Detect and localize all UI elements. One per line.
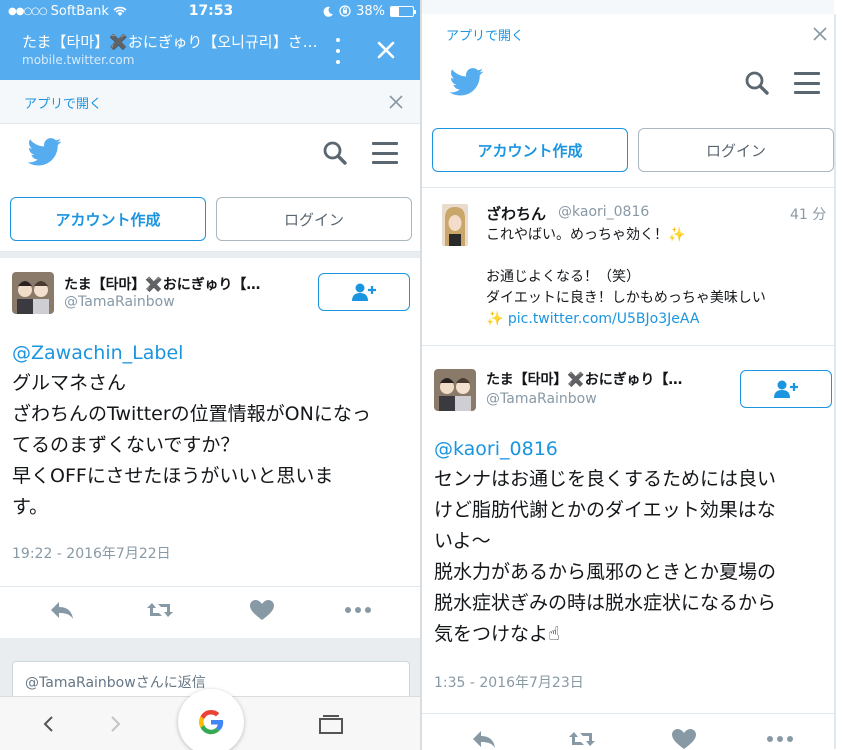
menu-icon[interactable] <box>794 72 820 94</box>
tweet-line: す。 <box>12 496 49 518</box>
sparkle-emoji: ✨ <box>486 311 508 327</box>
tweet-text: センナはお通じを良くするためには良い けど脂肪代謝とかのダイエット効果はな いよ… <box>434 464 776 650</box>
create-account-button[interactable]: アカウント作成 <box>432 128 628 172</box>
author-handle[interactable]: @kaori_0816 <box>558 204 649 220</box>
like-icon[interactable] <box>248 599 276 621</box>
tweet-line: これやばい。めっちゃ効く！✨ <box>486 227 686 243</box>
author-handle[interactable]: @TamaRainbow <box>64 294 175 310</box>
author-name[interactable]: たま【타마】✖️おにぎゅり【… <box>486 369 722 389</box>
author-handle[interactable]: @TamaRainbow <box>486 391 597 407</box>
tweet-line: ダイエットに良き！しかもめっちゃ美味しい <box>486 290 766 306</box>
login-button[interactable]: ログイン <box>216 197 412 241</box>
tweet-actions <box>0 586 422 632</box>
tweet-timestamp[interactable]: 19:22 - 2016年7月22日 <box>12 543 171 563</box>
login-button[interactable]: ログイン <box>638 128 834 172</box>
twitter-header <box>422 48 834 118</box>
tweet-text: これやばい。めっちゃ効く！✨ お通じよくなる！（笑） ダイエットに良き！しかもめ… <box>486 225 766 330</box>
close-icon[interactable] <box>812 26 828 42</box>
tweet-line: グルマネさん <box>12 372 127 394</box>
tweet-media-link[interactable]: pic.twitter.com/U5BJo3JeAA <box>508 311 700 327</box>
avatar-photo <box>442 204 468 246</box>
menu-icon[interactable] <box>372 142 398 164</box>
tweet-line: 脱水力があるから風邪のときとか夏場の <box>434 561 777 583</box>
scrollbar[interactable] <box>834 14 836 749</box>
more-icon[interactable] <box>344 599 372 621</box>
tweet-actions <box>422 713 834 750</box>
google-icon <box>199 709 224 735</box>
battery-fill <box>391 6 400 16</box>
retweet-icon[interactable] <box>568 728 596 750</box>
back-icon[interactable] <box>38 713 60 735</box>
tweet-line: お通じよくなる！（笑） <box>486 269 640 285</box>
twitter-bird-icon[interactable] <box>450 68 484 96</box>
tweet-time-ago[interactable]: 41 分 <box>790 204 826 224</box>
tweet: ざわちん @kaori_0816 41 分 これやばい。めっちゃ効く！✨ お通じ… <box>422 188 834 346</box>
tweet-line: 早くOFFにさせたほうがいいと思いま <box>12 465 334 487</box>
tweet-mention-link[interactable]: @Zawachin_Label <box>12 342 183 364</box>
search-icon[interactable] <box>322 140 348 166</box>
author-name[interactable]: たま【타마】✖️おにぎゅり【… <box>64 274 304 294</box>
avatar[interactable] <box>12 272 54 314</box>
author-name[interactable]: ざわちん <box>486 203 546 224</box>
right-screenshot: アプリで開く アカウント作成 ログイン ざわちん @kaori_0816 41 … <box>422 0 844 750</box>
left-screenshot: ●●○○○ SoftBank 17:53 38% たま【타마】✖️おにぎゅり【오… <box>0 0 422 750</box>
tweet-mention-link[interactable]: @kaori_0816 <box>434 438 558 460</box>
create-account-button[interactable]: アカウント作成 <box>10 197 206 241</box>
reply-icon[interactable] <box>470 728 498 750</box>
close-icon[interactable] <box>388 94 404 110</box>
follow-button[interactable] <box>318 273 410 311</box>
add-user-icon <box>352 283 376 301</box>
status-time: 17:53 <box>188 3 234 19</box>
avatar[interactable] <box>442 204 468 246</box>
tweet-timestamp[interactable]: 1:35 - 2016年7月23日 <box>434 672 584 692</box>
more-vertical-icon[interactable] <box>334 38 342 64</box>
close-icon[interactable] <box>372 36 400 64</box>
browser-url[interactable]: mobile.twitter.com <box>22 53 134 67</box>
open-in-app-banner[interactable]: アプリで開く <box>0 80 422 124</box>
google-search-button[interactable] <box>178 689 244 750</box>
tweet-line-with-link: ✨ pic.twitter.com/U5BJo3JeAA <box>486 309 766 330</box>
open-in-app-label[interactable]: アプリで開く <box>446 25 524 44</box>
browser-page-title: たま【타마】✖️おにぎゅり【오니규리】さ… <box>22 33 318 51</box>
browser-bottom-nav <box>0 689 422 750</box>
like-icon[interactable] <box>670 728 698 750</box>
retweet-icon[interactable] <box>146 599 174 621</box>
reply-icon[interactable] <box>48 599 76 621</box>
forward-icon[interactable] <box>104 713 126 735</box>
twitter-header <box>0 124 422 190</box>
status-bar: ●●○○○ SoftBank 17:53 38% <box>0 0 422 22</box>
tweet-line: いよ〜 <box>434 530 491 552</box>
tabs-icon[interactable] <box>318 713 344 735</box>
tweet-line: てるのまずくないですか？ <box>12 434 240 456</box>
tweet-line: けど脂肪代謝とかのダイエット効果はな <box>434 499 776 521</box>
avatar-photo <box>12 272 54 314</box>
tweet-line <box>486 246 766 267</box>
tweet-line: センナはお通じを良くするためには良い <box>434 468 777 490</box>
tweet-line: 脱水症状ぎみの時は脱水症状になるから <box>434 592 777 614</box>
avatar-photo <box>434 369 476 411</box>
tweet-detail: たま【타마】✖️おにぎゅり【… @TamaRainbow @kaori_0816… <box>422 347 834 750</box>
tweet-detail: たま【타마】✖️おにぎゅり【… @TamaRainbow @Zawachin_L… <box>0 258 422 638</box>
avatar[interactable] <box>434 369 476 411</box>
tweet-text: グルマネさん ざわちんのTwitterの位置情報がONになっ てるのまずくないで… <box>12 368 371 523</box>
tweet-line: ざわちんのTwitterの位置情報がONになっ <box>12 403 371 425</box>
search-icon[interactable] <box>744 70 770 96</box>
more-icon[interactable] <box>766 728 794 750</box>
open-in-app-label[interactable]: アプリで開く <box>24 93 102 112</box>
battery-icon <box>390 5 416 17</box>
follow-button[interactable] <box>740 370 832 408</box>
add-user-icon <box>774 380 798 398</box>
tweet-line: 気をつけなよ☝ <box>434 623 560 645</box>
browser-toolbar: たま【타마】✖️おにぎゅり【오니규리】さ… mobile.twitter.com <box>0 22 422 80</box>
auth-buttons: アカウント作成 ログイン <box>0 190 422 252</box>
twitter-bird-icon[interactable] <box>28 138 62 166</box>
auth-buttons: アカウント作成 ログイン <box>422 118 834 188</box>
